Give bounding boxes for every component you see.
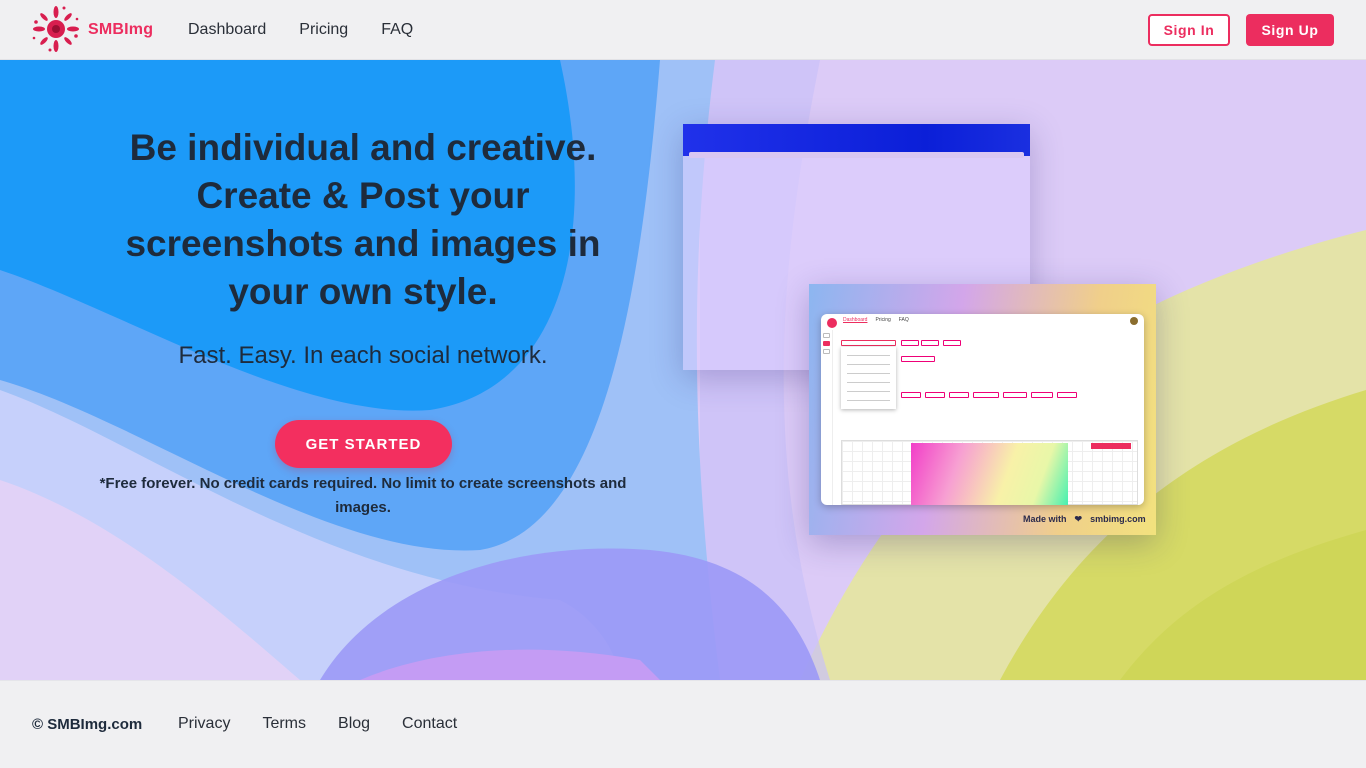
hero-section: Be individual and creative. Create & Pos… — [0, 60, 1366, 680]
preview-gradient-image — [911, 443, 1068, 505]
made-with-label: Made with — [1023, 514, 1067, 524]
footer-terms-link[interactable]: Terms — [262, 715, 306, 733]
main-nav: Dashboard Pricing FAQ — [188, 0, 413, 60]
footer-nav: Privacy Terms Blog Contact — [178, 715, 457, 733]
heart-icon: ❤ — [1074, 514, 1083, 524]
preview-dropdown — [841, 340, 896, 346]
watermark-site: smbimg.com — [1090, 514, 1146, 524]
brand-logo-link[interactable]: SMBImg — [30, 4, 153, 56]
preview-save-button — [1091, 443, 1131, 449]
top-navbar: SMBImg Dashboard Pricing FAQ Sign In Sig… — [0, 0, 1366, 60]
brand-name: SMBImg — [88, 21, 154, 38]
preview-logo-icon — [827, 318, 837, 328]
preview-nav-pricing: Pricing — [875, 317, 891, 323]
preview-nav-faq: FAQ — [898, 317, 909, 323]
preview-sidebar — [821, 330, 833, 505]
preview-inner-strip — [689, 152, 1024, 158]
footer-blog-link[interactable]: Blog — [338, 715, 370, 733]
hero-headline: Be individual and creative. Create & Pos… — [125, 127, 601, 312]
footer-contact-link[interactable]: Contact — [402, 715, 457, 733]
sign-up-button[interactable]: Sign Up — [1246, 14, 1334, 46]
preview-chip — [943, 340, 961, 346]
get-started-button[interactable]: GET STARTED — [275, 420, 452, 468]
sign-in-button[interactable]: Sign In — [1148, 14, 1230, 46]
preview-chip — [1031, 392, 1053, 398]
footer: © SMBImg.com Privacy Terms Blog Contact — [0, 680, 1366, 768]
preview-chip — [1057, 392, 1077, 398]
preview-chip — [901, 392, 921, 398]
preview-chip — [973, 392, 999, 398]
preview-chip — [901, 356, 935, 362]
preview-app-window: Dashboard Pricing FAQ — [821, 314, 1144, 505]
preview-dropdown-menu — [841, 347, 896, 409]
preview-chip — [925, 392, 945, 398]
preview-chip — [1003, 392, 1027, 398]
preview-image-front: Dashboard Pricing FAQ Made with ❤ smbimg… — [809, 284, 1156, 535]
splat-logo-icon — [32, 6, 79, 52]
footer-copyright: © SMBImg.com — [32, 716, 143, 733]
preview-nav: Dashboard Pricing FAQ — [843, 317, 909, 323]
nav-faq-link[interactable]: FAQ — [381, 21, 413, 39]
nav-dashboard-link[interactable]: Dashboard — [188, 21, 266, 39]
free-forever-note: *Free forever. No credit cards required.… — [99, 475, 627, 516]
footer-privacy-link[interactable]: Privacy — [178, 715, 230, 733]
hero-subline: Fast. Easy. In each social network. — [178, 342, 548, 369]
preview-avatar — [1130, 317, 1138, 325]
preview-nav-dashboard: Dashboard — [843, 317, 868, 323]
preview-chip — [921, 340, 939, 346]
preview-chip — [949, 392, 969, 398]
nav-pricing-link[interactable]: Pricing — [299, 21, 348, 39]
preview-chip — [901, 340, 919, 346]
made-with-watermark: Made with ❤ smbimg.com — [1023, 514, 1146, 525]
